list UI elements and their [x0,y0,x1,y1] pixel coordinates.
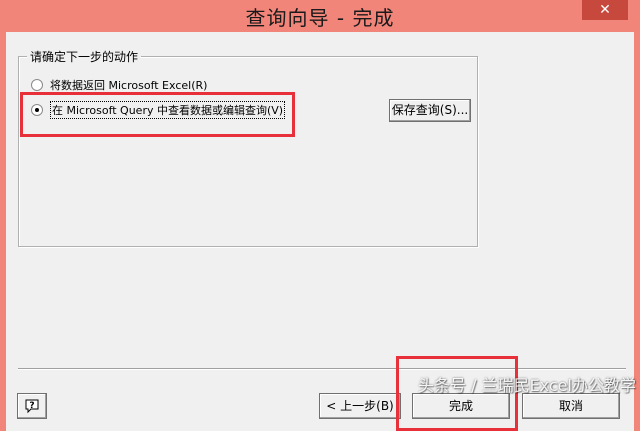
footer-separator [18,368,626,370]
dialog-body: 请确定下一步的动作 将数据返回 Microsoft Excel(R) 在 Mic… [6,32,634,431]
radio-button-checked[interactable] [31,104,43,116]
back-button[interactable]: < 上一步(B) [319,393,401,419]
svg-text:?: ? [29,401,34,411]
save-query-button[interactable]: 保存查询(S)... [389,99,471,122]
radio-return-to-excel[interactable]: 将数据返回 Microsoft Excel(R) [31,77,207,93]
radio-label-return-to-excel: 将数据返回 Microsoft Excel(R) [50,79,208,92]
close-button[interactable]: ✕ [582,0,628,20]
title-bar: 查询向导 - 完成 ✕ [0,0,640,32]
close-icon: ✕ [599,2,611,18]
cancel-button[interactable]: 取消 [522,393,620,419]
radio-label-view-in-query: 在 Microsoft Query 中查看数据或编辑查询(V) [50,101,286,119]
finish-button[interactable]: 完成 [412,393,510,419]
help-question-icon: ? [24,398,40,414]
group-legend: 请确定下一步的动作 [27,48,142,65]
radio-button-unchecked[interactable] [31,79,43,91]
radio-view-in-query[interactable]: 在 Microsoft Query 中查看数据或编辑查询(V) [31,101,286,119]
window-title: 查询向导 - 完成 [245,6,395,30]
action-groupbox: 请确定下一步的动作 将数据返回 Microsoft Excel(R) 在 Mic… [18,48,478,247]
help-button[interactable]: ? [17,393,47,419]
